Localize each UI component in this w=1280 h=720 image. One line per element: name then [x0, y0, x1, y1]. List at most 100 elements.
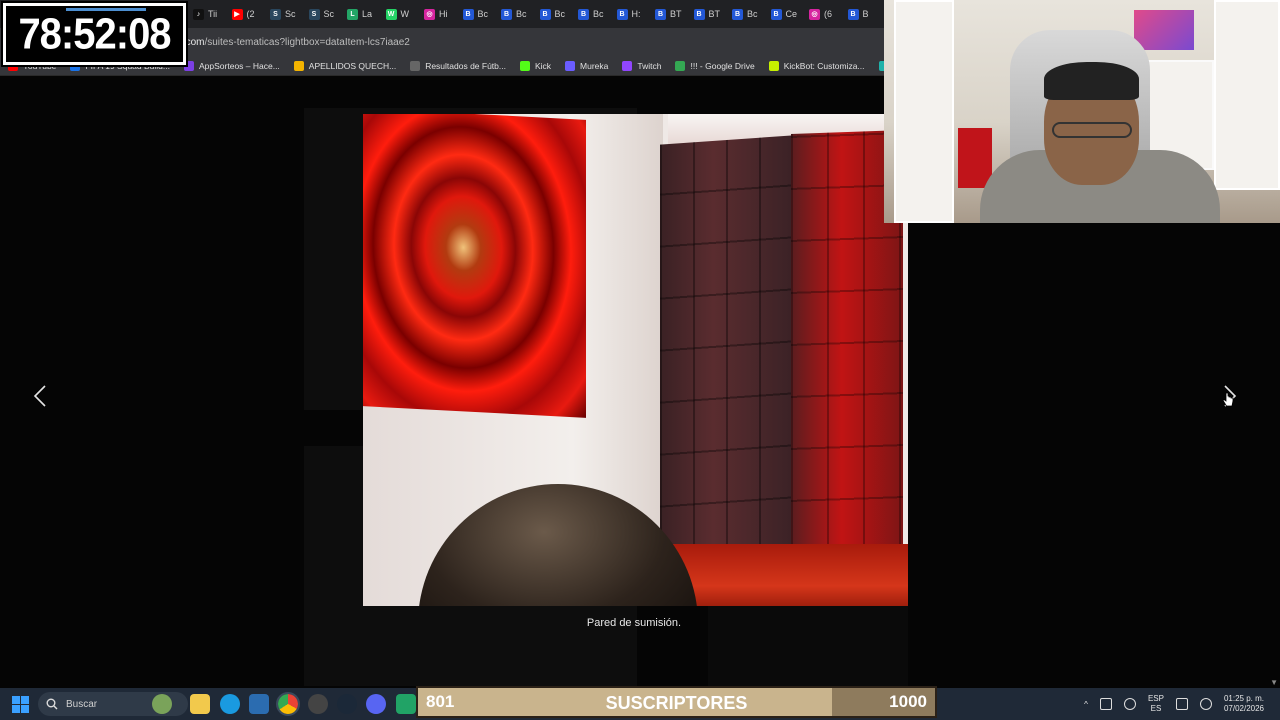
- bookmark-item[interactable]: KickBot: Customiza...: [768, 60, 865, 71]
- browser-tab-label: Hi: [439, 9, 448, 19]
- twitch-icon: [622, 60, 633, 71]
- browser-tab[interactable]: B Ce: [768, 0, 807, 28]
- browser-tab[interactable]: ♪ Tii: [190, 0, 229, 28]
- address-url[interactable]: ...eru.com/suites-tematicas?lightbox=dat…: [160, 37, 410, 48]
- browser-tab-label: BT: [670, 9, 682, 19]
- browser-tab-label: Bc: [747, 9, 758, 19]
- browser-tab[interactable]: ▶ (2: [229, 0, 268, 28]
- bookmark-item[interactable]: Twitch: [622, 60, 662, 71]
- browser-tab[interactable]: B Bc: [729, 0, 768, 28]
- browser-tab[interactable]: ◎ Hi: [421, 0, 460, 28]
- bookmark-item[interactable]: Kick: [519, 60, 551, 71]
- browser-tab[interactable]: S Sc: [267, 0, 306, 28]
- bookmark-label: Twitch: [637, 60, 662, 71]
- screen: Pared de sumisión. ▼ ♪ Tii ▶ (2 S Sc S Sc L La W W ◎…: [0, 0, 1280, 720]
- chrome-icon: [293, 60, 304, 71]
- browser-tab-label: W: [400, 9, 410, 19]
- bookmark-item[interactable]: Resultados de Fútb...: [410, 60, 506, 71]
- bookmark-label: AppSorteos – Hace...: [199, 60, 280, 71]
- taskbar-clock[interactable]: 01:25 p. m. 07/02/2026: [1224, 694, 1264, 714]
- browser-tab[interactable]: B Bc: [537, 0, 576, 28]
- browser-tab[interactable]: L La: [344, 0, 383, 28]
- booking-icon: B: [847, 8, 859, 20]
- bookmark-label: KickBot: Customiza...: [783, 60, 865, 71]
- browser-tab-label: Bc: [477, 9, 489, 19]
- taskbar-search-placeholder: Buscar: [66, 698, 98, 710]
- file-explorer-icon[interactable]: [190, 694, 210, 714]
- whatsapp-icon: W: [385, 8, 397, 20]
- clock-date: 07/02/2026: [1223, 704, 1264, 713]
- webcam-person-hair: [1044, 62, 1139, 100]
- lang-bottom: ES: [1150, 704, 1162, 713]
- widget-icon[interactable]: [152, 694, 172, 714]
- browser-tab-label: Bc: [516, 9, 527, 19]
- bookmark-item[interactable]: Mureka: [565, 60, 608, 71]
- browser-tab-label: Bc: [554, 9, 566, 19]
- edge-icon[interactable]: [220, 694, 240, 714]
- lang-top: ESP: [1147, 694, 1164, 703]
- booking-icon: B: [616, 8, 628, 20]
- store-icon[interactable]: [249, 694, 269, 714]
- bookmark-label: APELLIDOS QUECH...: [308, 60, 397, 71]
- tiktok-icon: ♪: [193, 8, 204, 20]
- booking-icon: B: [578, 8, 589, 20]
- browser-tab[interactable]: B Bc: [498, 0, 537, 28]
- browser-tab[interactable]: B Bc: [575, 0, 614, 28]
- hand-cursor-icon: [1222, 392, 1234, 407]
- volume-icon[interactable]: [1199, 698, 1212, 710]
- browser-tab[interactable]: B H:: [614, 0, 653, 28]
- browser-tab[interactable]: B BT: [652, 0, 691, 28]
- display-icon[interactable]: [1175, 698, 1188, 710]
- timer-value: 78:52:08: [18, 9, 171, 58]
- booking-icon: B: [501, 8, 512, 20]
- bookmark-item[interactable]: AppSorteos – Hace...: [184, 60, 280, 71]
- system-tray: ^ ESP ES 01:25 p. m. 07/02/2026: [1084, 688, 1280, 720]
- browser-tab-label: BT: [708, 9, 721, 19]
- excel-icon[interactable]: [396, 694, 416, 714]
- webcam-red-box: [958, 128, 992, 188]
- browser-tab-label: Sc: [323, 9, 335, 19]
- steam-icon[interactable]: [337, 694, 357, 714]
- lightbox-caption: Pared de sumisión.: [586, 617, 682, 629]
- bookmark-label: !!! - Google Drive: [690, 60, 755, 71]
- subscriber-goal-bar: 801 1000 SUSCRIPTORES: [416, 686, 937, 718]
- mureka-icon: [565, 60, 576, 71]
- booking-icon: B: [693, 8, 705, 20]
- browser-tab[interactable]: B BT: [691, 0, 730, 28]
- discord-icon[interactable]: [366, 694, 386, 714]
- browser-tab[interactable]: B Bc: [460, 0, 499, 28]
- webcam-feed: [884, 0, 1280, 223]
- obs-icon[interactable]: [308, 694, 328, 714]
- instagram-icon: ◎: [424, 8, 435, 20]
- photo-rose-painting: [363, 114, 586, 418]
- prev-arrow-button[interactable]: [28, 384, 52, 408]
- booking-icon: B: [770, 8, 782, 20]
- kickbot-icon: [768, 60, 779, 71]
- browser-tab[interactable]: S Sc: [306, 0, 345, 28]
- browser-tab-label: Bc: [593, 9, 604, 19]
- browser-tab[interactable]: BB: [845, 0, 884, 28]
- browser-tab-label: (2: [246, 9, 255, 19]
- lightbox-photo[interactable]: [363, 114, 908, 606]
- browser-tab-label: Sc: [285, 9, 296, 19]
- youtube-icon: ▶: [231, 8, 243, 20]
- steam-icon: S: [270, 8, 281, 20]
- chrome-icon[interactable]: [276, 692, 300, 716]
- browser-tab[interactable]: ◎ (6: [806, 0, 845, 28]
- browser-tab-label: (6: [824, 9, 833, 19]
- webcam-shelf: [894, 0, 954, 223]
- windows-start-icon[interactable]: [12, 696, 29, 713]
- language-indicator[interactable]: ESP ES: [1148, 694, 1164, 714]
- scroll-down-icon[interactable]: ▼: [1270, 678, 1278, 687]
- webcam-shelf: [1214, 0, 1280, 190]
- microphone-icon[interactable]: [1123, 698, 1136, 710]
- espn-icon: [410, 60, 421, 71]
- search-icon: [46, 698, 58, 710]
- chevron-up-icon[interactable]: ^: [1084, 700, 1088, 709]
- url-path: /suites-tematicas?lightbox=dataItem-lcs7…: [204, 36, 410, 48]
- clock-time: 01:25 p. m.: [1223, 694, 1264, 703]
- browser-tab[interactable]: WW: [383, 0, 422, 28]
- bookmark-item[interactable]: APELLIDOS QUECH...: [293, 60, 397, 71]
- bookmark-item[interactable]: !!! - Google Drive: [675, 60, 755, 71]
- network-off-icon[interactable]: [1099, 698, 1112, 710]
